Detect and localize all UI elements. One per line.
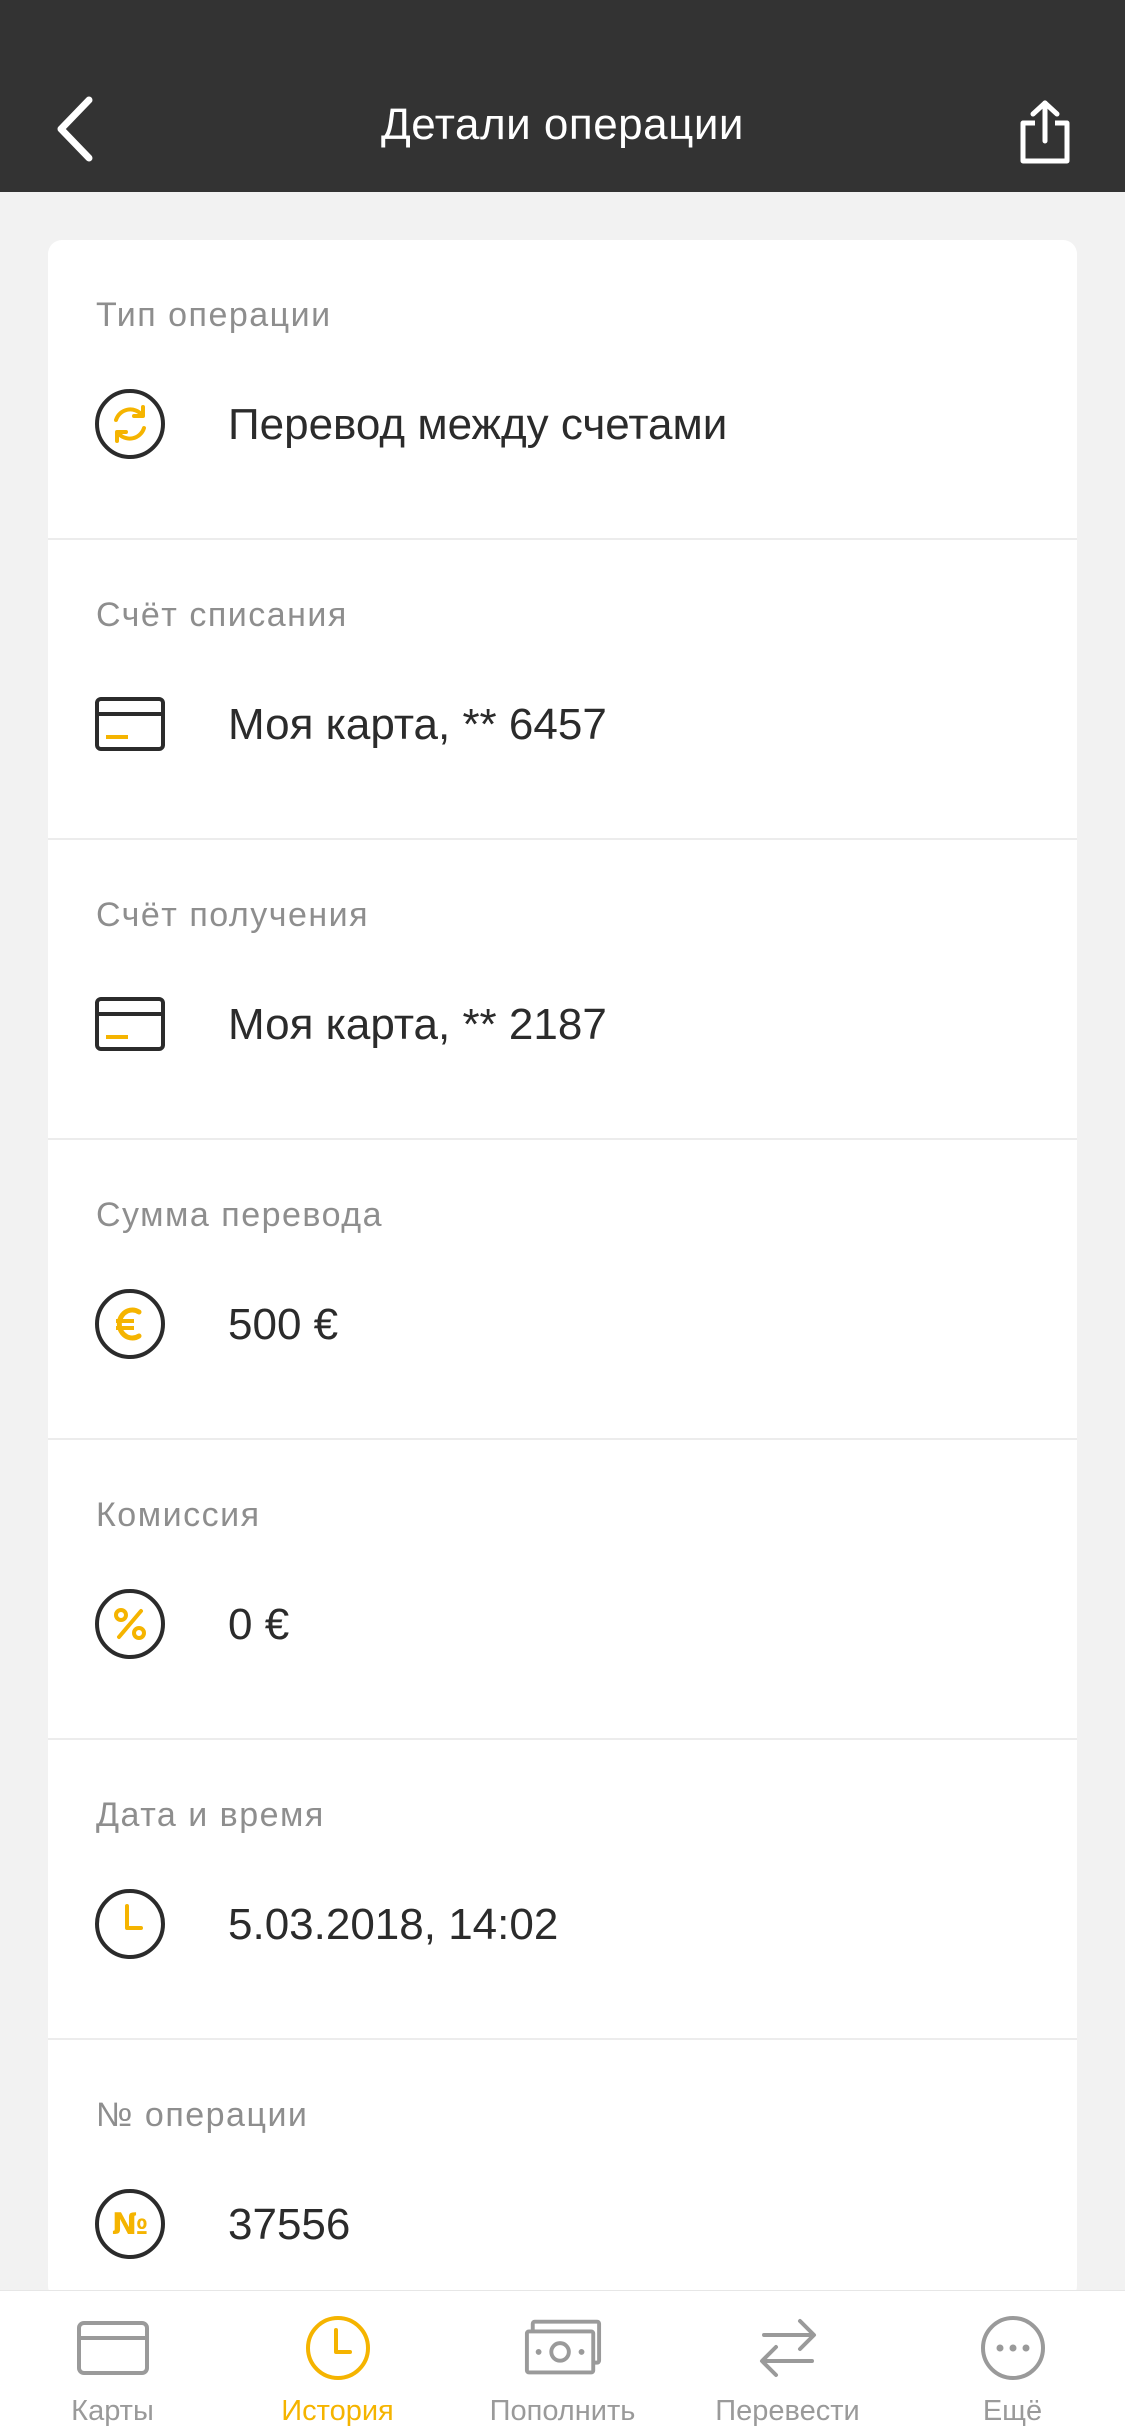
- euro-icon: [94, 1288, 166, 1360]
- svg-text:№: №: [112, 2207, 148, 2242]
- card-icon: [94, 688, 166, 760]
- detail-value: Моя карта, ** 6457: [228, 700, 607, 749]
- nav-bar: Детали операции: [0, 0, 1125, 192]
- detail-label: Тип операции: [96, 296, 332, 334]
- detail-value: 37556: [228, 2200, 351, 2249]
- cards-icon: [73, 2313, 153, 2383]
- tab-transfer[interactable]: Перевести: [675, 2291, 900, 2436]
- tab-cards[interactable]: Карты: [0, 2291, 225, 2436]
- detail-value: Моя карта, ** 2187: [228, 1000, 607, 1049]
- detail-row-credit-account: Счёт получения Моя карта, ** 2187: [48, 840, 1077, 1140]
- detail-row-operation-number: № операции № 37556: [48, 2040, 1077, 2300]
- detail-value: 0 €: [228, 1600, 290, 1649]
- share-icon: [1020, 100, 1070, 164]
- tab-label: История: [281, 2395, 394, 2427]
- transfer-refresh-icon: [94, 388, 166, 460]
- detail-label: Дата и время: [96, 1796, 325, 1834]
- detail-row-operation-type: Тип операции Перевод между счетами: [48, 240, 1077, 540]
- tab-more[interactable]: Ещё: [900, 2291, 1125, 2436]
- tab-topup[interactable]: Пополнить: [450, 2291, 675, 2436]
- percent-icon: [94, 1588, 166, 1660]
- number-icon: №: [94, 2188, 166, 2260]
- detail-row-debit-account: Счёт списания Моя карта, ** 6457: [48, 540, 1077, 840]
- tab-label: Пополнить: [489, 2395, 636, 2427]
- topup-icon: [523, 2313, 603, 2383]
- tab-label: Перевести: [715, 2395, 860, 2427]
- detail-label: Сумма перевода: [96, 1196, 384, 1234]
- tab-bar: Карты История Пополнить Перевести Ещё: [0, 2290, 1125, 2436]
- tab-label: Ещё: [982, 2395, 1043, 2427]
- more-icon: [973, 2313, 1053, 2383]
- tab-label: Карты: [71, 2395, 154, 2427]
- detail-label: № операции: [96, 2096, 309, 2134]
- detail-row-commission: Комиссия 0 €: [48, 1440, 1077, 1740]
- history-icon: [298, 2313, 378, 2383]
- page-title: Детали операции: [381, 100, 744, 149]
- operation-details-card: Тип операции Перевод между счетами Счёт …: [48, 240, 1077, 2300]
- card-icon: [94, 988, 166, 1060]
- detail-row-datetime: Дата и время 5.03.2018, 14:02: [48, 1740, 1077, 2040]
- transfer-arrows-icon: [748, 2313, 828, 2383]
- detail-label: Счёт получения: [96, 896, 370, 934]
- tab-history[interactable]: История: [225, 2291, 450, 2436]
- detail-value: 5.03.2018, 14:02: [228, 1900, 559, 1949]
- detail-label: Комиссия: [96, 1496, 261, 1534]
- share-button[interactable]: [1005, 92, 1085, 172]
- clock-icon: [94, 1888, 166, 1960]
- detail-value: 500 €: [228, 1300, 339, 1349]
- detail-label: Счёт списания: [96, 596, 348, 634]
- detail-value: Перевод между счетами: [228, 400, 728, 449]
- detail-row-amount: Сумма перевода 500 €: [48, 1140, 1077, 1440]
